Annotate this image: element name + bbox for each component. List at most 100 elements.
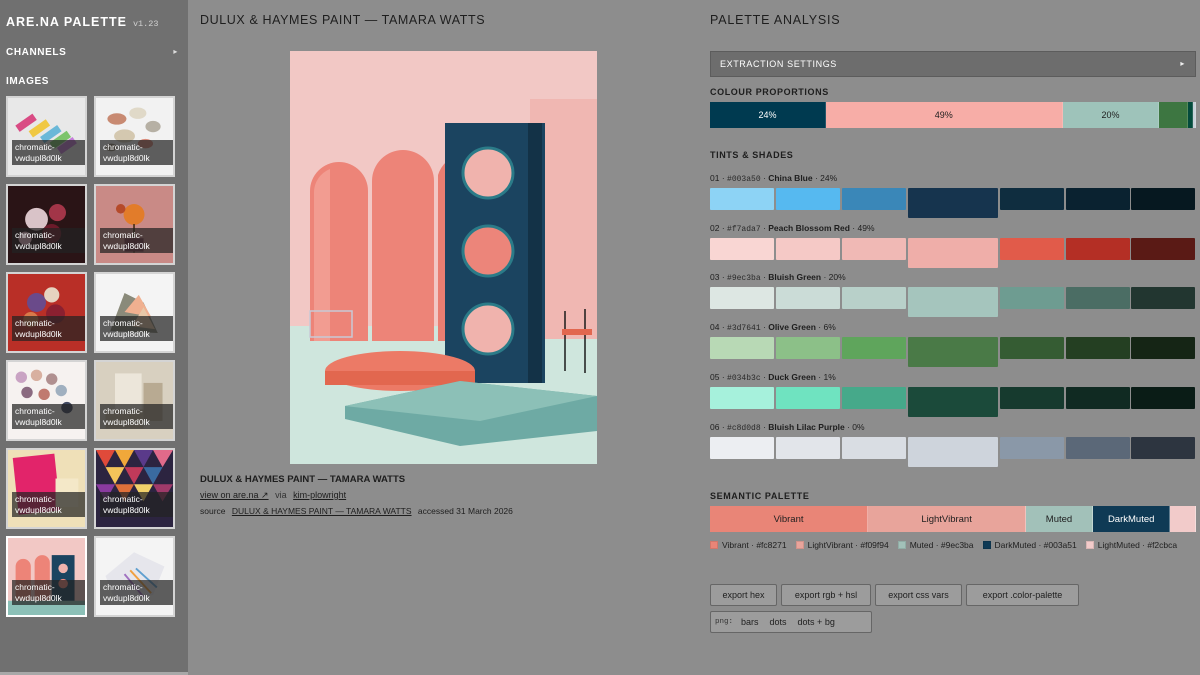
image-thumbnail[interactable]: chromatic-vwdupl8d0lk bbox=[6, 448, 87, 529]
thumbnail-caption: chromatic-vwdupl8d0lk bbox=[100, 404, 173, 429]
shade-swatch[interactable] bbox=[710, 436, 774, 459]
export-color-palette-button[interactable]: export .color-palette bbox=[966, 584, 1079, 606]
image-thumbnail[interactable]: chromatic-vwdupl8d0lk bbox=[94, 96, 175, 177]
shade-swatch[interactable] bbox=[776, 337, 840, 360]
shade-swatch[interactable] bbox=[1066, 188, 1130, 210]
shade-swatch[interactable] bbox=[776, 237, 840, 260]
shade-swatch[interactable] bbox=[1131, 386, 1195, 409]
extraction-settings-toggle[interactable]: EXTRACTION SETTINGS ▸ bbox=[710, 51, 1196, 77]
shade-swatch[interactable] bbox=[776, 436, 840, 459]
shade-swatch[interactable] bbox=[776, 287, 840, 310]
shade-swatch[interactable] bbox=[842, 436, 906, 459]
semantic-segment[interactable]: LightVibrant bbox=[868, 506, 1027, 532]
tint-percent: 6% bbox=[823, 322, 836, 333]
image-thumbnail[interactable]: chromatic-vwdupl8d0lk bbox=[6, 360, 87, 441]
tint-hex: #c8d0d8 bbox=[727, 423, 761, 433]
proportion-segment[interactable] bbox=[1159, 102, 1189, 128]
base-swatch[interactable] bbox=[908, 337, 998, 368]
base-swatch[interactable] bbox=[908, 386, 998, 417]
semantic-legend-text: Vibrant · #fc8271 bbox=[722, 540, 787, 550]
base-swatch[interactable] bbox=[908, 436, 998, 467]
thumbnail-caption: chromatic-vwdupl8d0lk bbox=[12, 580, 85, 605]
shade-swatch[interactable] bbox=[1131, 188, 1195, 210]
shade-swatch[interactable] bbox=[710, 188, 774, 210]
image-thumbnail[interactable]: chromatic-vwdupl8d0lk bbox=[6, 536, 87, 617]
proportion-segment[interactable] bbox=[1193, 102, 1196, 128]
png-dots-option[interactable]: dots bbox=[770, 617, 787, 627]
shade-swatch[interactable] bbox=[710, 287, 774, 310]
shade-swatch[interactable] bbox=[1066, 337, 1130, 360]
image-thumbnail[interactable]: chromatic-vwdupl8d0lk bbox=[94, 272, 175, 353]
proportion-segment[interactable]: 24% bbox=[710, 102, 826, 128]
tint-row-label: 03 · #9ec3ba · Bluish Green · 20% bbox=[710, 272, 846, 284]
shade-swatch[interactable] bbox=[1000, 287, 1064, 310]
export-css-vars-button[interactable]: export css vars bbox=[875, 584, 962, 606]
shade-swatch[interactable] bbox=[1131, 237, 1195, 260]
base-swatch[interactable] bbox=[908, 287, 998, 318]
tint-hex: #034b3c bbox=[727, 373, 761, 383]
tint-row-label: 06 · #c8d0d8 · Bluish Lilac Purple · 0% bbox=[710, 421, 865, 433]
export-hex-button[interactable]: export hex bbox=[710, 584, 777, 606]
shade-swatch[interactable] bbox=[842, 287, 906, 310]
shade-swatch[interactable] bbox=[1131, 287, 1195, 310]
shade-swatch[interactable] bbox=[842, 386, 906, 409]
images-heading: IMAGES bbox=[6, 76, 50, 87]
shade-swatch[interactable] bbox=[776, 386, 840, 409]
thumbnail-caption: chromatic-vwdupl8d0lk bbox=[100, 228, 173, 253]
shade-swatch[interactable] bbox=[1000, 188, 1064, 210]
base-swatch[interactable] bbox=[908, 237, 998, 268]
shade-swatch[interactable] bbox=[1000, 436, 1064, 459]
shade-swatch[interactable] bbox=[1000, 386, 1064, 409]
shade-swatch[interactable] bbox=[842, 237, 906, 260]
shade-swatch[interactable] bbox=[1066, 237, 1130, 260]
shade-swatch[interactable] bbox=[776, 188, 840, 210]
shade-swatch[interactable] bbox=[710, 237, 774, 260]
image-thumbnail[interactable]: chromatic-vwdupl8d0lk bbox=[94, 184, 175, 265]
shade-swatch[interactable] bbox=[1000, 237, 1064, 260]
image-thumbnail[interactable]: chromatic-vwdupl8d0lk bbox=[6, 96, 87, 177]
base-swatch[interactable] bbox=[908, 188, 998, 218]
color-dot-icon bbox=[1085, 541, 1094, 549]
image-thumbnail[interactable]: chromatic-vwdupl8d0lk bbox=[6, 272, 87, 353]
image-thumbnail[interactable]: chromatic-vwdupl8d0lk bbox=[94, 536, 175, 617]
shade-swatch[interactable] bbox=[1000, 337, 1064, 360]
export-rgb-hsl-button[interactable]: export rgb + hsl bbox=[781, 584, 871, 606]
proportion-segment[interactable]: 20% bbox=[1062, 102, 1160, 128]
shade-swatch[interactable] bbox=[1131, 337, 1195, 360]
png-dots-bg-option[interactable]: dots + bg bbox=[798, 617, 835, 627]
semantic-segment[interactable] bbox=[1170, 506, 1196, 532]
shade-swatch[interactable] bbox=[842, 188, 906, 210]
shade-swatch[interactable] bbox=[1066, 287, 1130, 310]
extraction-settings-label: EXTRACTION SETTINGS bbox=[720, 59, 837, 69]
color-dot-icon bbox=[795, 541, 804, 549]
shade-swatch[interactable] bbox=[842, 337, 906, 360]
channels-toggle-row[interactable]: CHANNELS ▸ bbox=[6, 47, 180, 58]
accessed-date: accessed 31 March 2026 bbox=[417, 506, 513, 516]
semantic-segment[interactable]: DarkMuted bbox=[1092, 506, 1171, 532]
shade-swatch[interactable] bbox=[1066, 436, 1130, 459]
semantic-segment[interactable]: Vibrant bbox=[710, 506, 869, 532]
image-thumbnail[interactable]: chromatic-vwdupl8d0lk bbox=[94, 360, 175, 441]
tints-label: TINTS & SHADES bbox=[710, 150, 794, 160]
thumbnail-caption: chromatic-vwdupl8d0lk bbox=[12, 492, 85, 517]
analysis-title: PALETTE ANALYSIS bbox=[710, 13, 841, 27]
source-link[interactable]: DULUX & HAYMES PAINT — TAMARA WATTS bbox=[232, 506, 412, 516]
thumbnail-caption: chromatic-vwdupl8d0lk bbox=[100, 316, 173, 341]
shade-swatch[interactable] bbox=[710, 337, 774, 360]
semantic-segment[interactable]: Muted bbox=[1026, 506, 1093, 532]
semantic-legend-item: Muted · #9ec3ba bbox=[897, 537, 974, 553]
chevron-right-icon[interactable]: ▸ bbox=[173, 47, 178, 56]
shade-swatch[interactable] bbox=[710, 386, 774, 409]
image-thumbnail[interactable]: chromatic-vwdupl8d0lk bbox=[94, 448, 175, 529]
shade-swatch[interactable] bbox=[1131, 436, 1195, 459]
tint-index: 01 bbox=[710, 173, 720, 183]
view-on-arena-link[interactable]: view on are.na ↗ bbox=[200, 490, 269, 500]
shade-swatch[interactable] bbox=[1066, 386, 1130, 409]
thumbnail-caption: chromatic-vwdupl8d0lk bbox=[100, 580, 173, 605]
image-thumbnail[interactable]: chromatic-vwdupl8d0lk bbox=[6, 184, 87, 265]
proportion-segment[interactable]: 49% bbox=[825, 102, 1063, 128]
png-bars-option[interactable]: bars bbox=[741, 617, 759, 627]
user-link[interactable]: kim-plowright bbox=[293, 490, 346, 500]
app-title: ARE.NA PALETTE bbox=[6, 15, 127, 29]
tint-percent: 1% bbox=[823, 371, 836, 382]
